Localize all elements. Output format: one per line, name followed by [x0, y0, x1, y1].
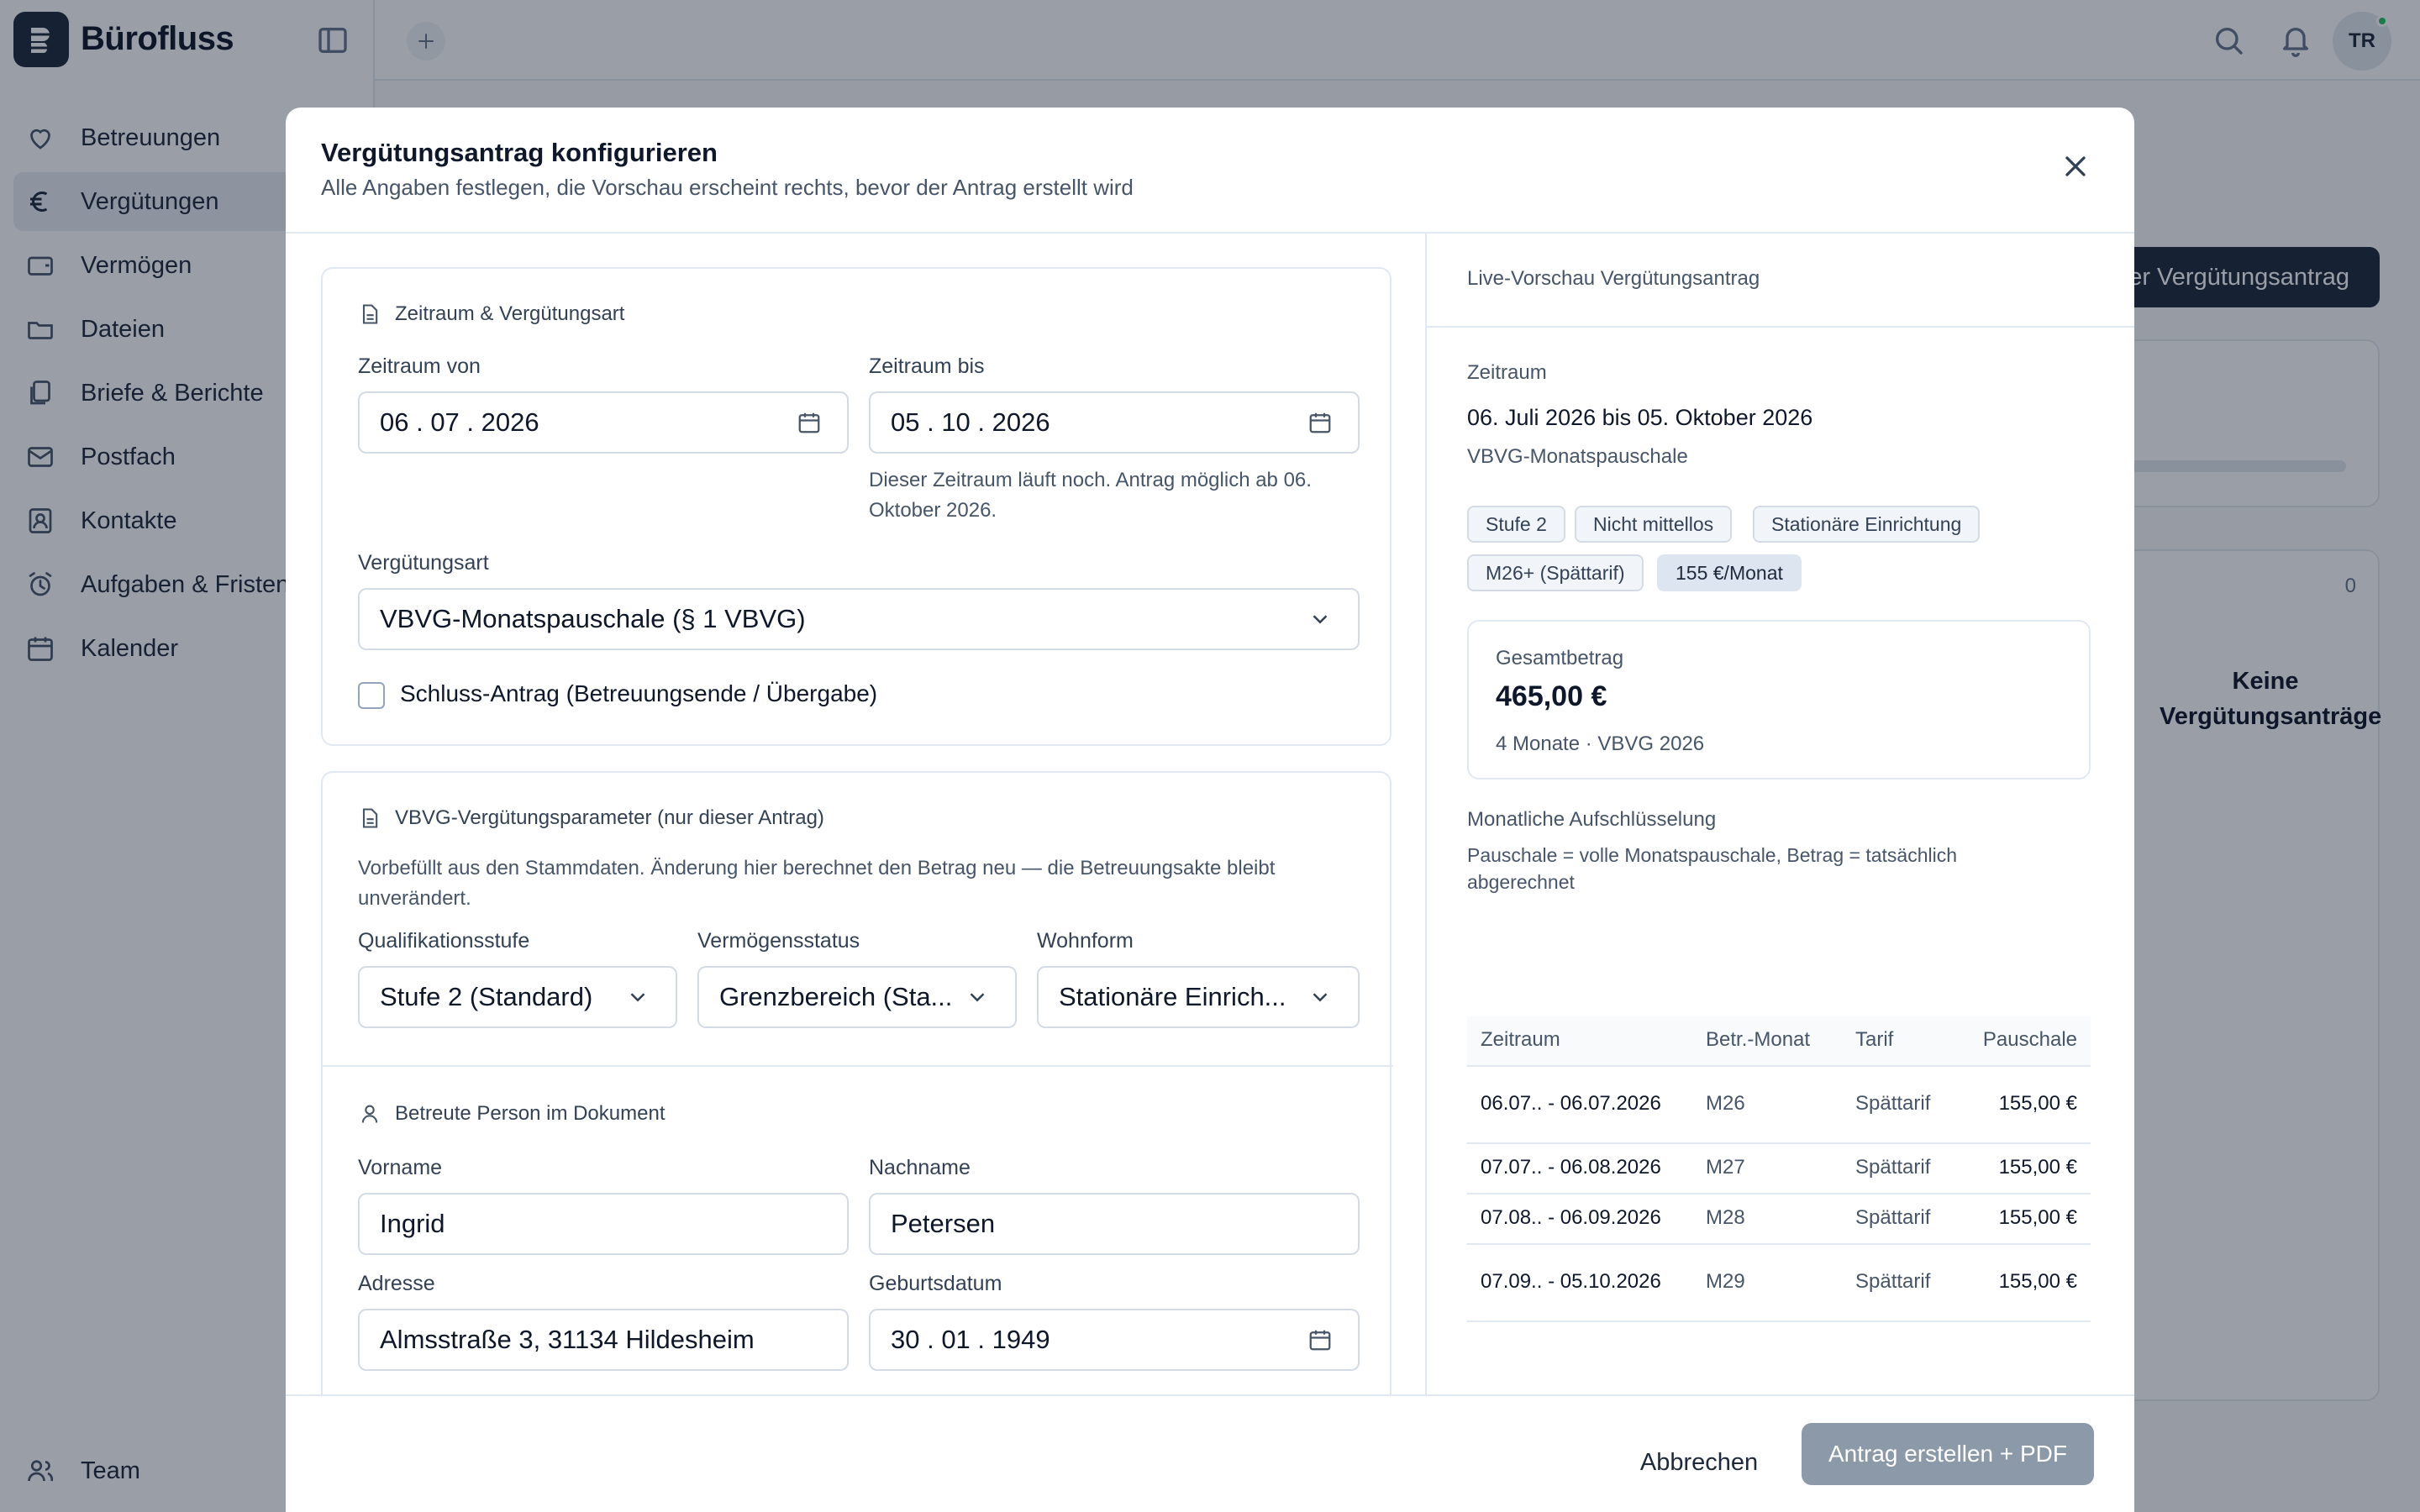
section-title: Betreute Person im Dokument	[395, 1102, 666, 1125]
calendar-icon[interactable]	[1307, 410, 1333, 435]
address-input[interactable]: Almsstraße 3, 31134 Hildesheim	[358, 1309, 849, 1371]
period-from-input[interactable]: 06 . 07 . 2026	[358, 391, 849, 454]
chevron-down-icon	[630, 993, 645, 1002]
birthdate-value: 30 . 01 . 1949	[891, 1325, 1050, 1354]
type-label: Vergütungsart	[358, 551, 489, 575]
chevron-down-icon	[970, 993, 985, 1002]
to-label: Zeitraum bis	[869, 354, 985, 378]
final-antrag-label[interactable]: Schluss-Antrag (Betreuungsende / Übergab…	[400, 680, 877, 707]
verguetungsart-select[interactable]: VBVG-Monatspauschale (§ 1 VBVG)	[358, 588, 1360, 650]
period-to-input[interactable]: 05 . 10 . 2026	[869, 391, 1360, 454]
wohnform-select[interactable]: Stationäre Einrich...	[1037, 966, 1360, 1028]
period-from-value: 06 . 07 . 2026	[380, 407, 539, 437]
firstname-label: Vorname	[358, 1156, 443, 1179]
document-icon	[362, 304, 378, 324]
firstname-value: Ingrid	[380, 1209, 445, 1238]
verguetungsart-value: VBVG-Monatspauschale (§ 1 VBVG)	[380, 604, 806, 633]
document-icon	[362, 808, 378, 828]
birthdate-input[interactable]: 30 . 01 . 1949	[869, 1309, 1360, 1371]
asset-label: Vermögensstatus	[697, 929, 860, 953]
create-antrag-pdf-button[interactable]: Antrag erstellen + PDF	[1802, 1423, 2094, 1485]
form-pane[interactable]: Zeitraum & Vergütungsart Zeitraum von 06…	[286, 234, 1425, 1394]
qualifikationsstufe-select[interactable]: Stufe 2 (Standard)	[358, 966, 677, 1028]
period-section: Zeitraum & Vergütungsart Zeitraum von 06…	[321, 267, 1392, 746]
lastname-value: Petersen	[891, 1209, 996, 1238]
address-value: Almsstraße 3, 31134 Hildesheim	[380, 1325, 755, 1354]
section-title: Zeitraum & Vergütungsart	[395, 302, 625, 325]
params-hint: Vorbefüllt aus den Stammdaten. Änderung …	[358, 857, 1276, 910]
user-icon	[361, 1105, 378, 1123]
qual-label: Qualifikationsstufe	[358, 929, 530, 953]
section-title: VBVG-Vergütungsparameter (nur dieser Ant…	[395, 806, 824, 829]
close-icon[interactable]	[2059, 150, 2092, 183]
lastname-input[interactable]: Petersen	[869, 1193, 1360, 1255]
dialog-split-divider	[1425, 234, 1427, 1394]
vermoegensstatus-value: Grenzbereich (Sta...	[719, 982, 953, 1011]
section-divider	[323, 1065, 1393, 1067]
calendar-icon[interactable]	[1307, 1327, 1333, 1352]
qualifikationsstufe-value: Stufe 2 (Standard)	[380, 982, 593, 1011]
chevron-down-icon	[1313, 615, 1328, 624]
dialog-title: Vergütungsantrag konfigurieren	[321, 138, 718, 167]
from-label: Zeitraum von	[358, 354, 481, 378]
period-to-value: 05 . 10 . 2026	[891, 407, 1050, 437]
birth-label: Geburtsdatum	[869, 1272, 1002, 1295]
living-label: Wohnform	[1037, 929, 1134, 953]
dialog-subtitle: Alle Angaben festlegen, die Vorschau ers…	[321, 175, 1134, 200]
chevron-down-icon	[1313, 993, 1328, 1002]
period-hint: Dieser Zeitraum läuft noch. Antrag mögli…	[869, 469, 1312, 522]
address-label: Adresse	[358, 1272, 435, 1295]
final-antrag-checkbox[interactable]	[358, 682, 385, 709]
lastname-label: Nachname	[869, 1156, 971, 1179]
vermoegensstatus-select[interactable]: Grenzbereich (Sta...	[697, 966, 1017, 1028]
cancel-button[interactable]: Abbrechen	[1615, 1433, 1783, 1492]
calendar-icon[interactable]	[797, 410, 822, 435]
configure-antrag-dialog: Vergütungsantrag konfigurieren Alle Anga…	[286, 108, 2134, 1512]
wohnform-value: Stationäre Einrich...	[1059, 982, 1286, 1011]
firstname-input[interactable]: Ingrid	[358, 1193, 849, 1255]
params-section: VBVG-Vergütungsparameter (nur dieser Ant…	[321, 771, 1393, 1394]
